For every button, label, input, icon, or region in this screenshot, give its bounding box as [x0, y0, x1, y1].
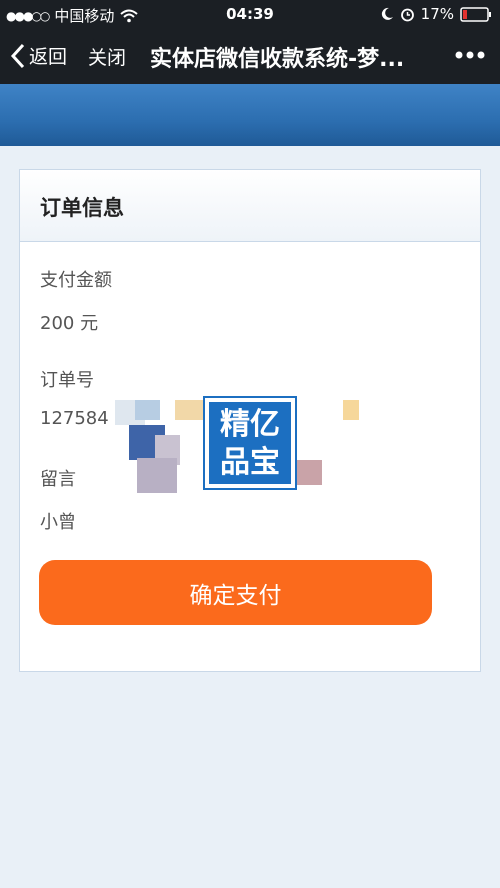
confirm-pay-button[interactable]: 确定支付 [39, 560, 432, 625]
moon-icon [381, 7, 393, 20]
back-button[interactable]: 返回 [10, 42, 67, 69]
watermark-line-2: 品宝 [220, 445, 280, 480]
order-number-value: 127584 [40, 408, 109, 429]
more-options-icon[interactable] [454, 47, 486, 63]
battery-icon [460, 6, 491, 22]
status-right: 17% [380, 5, 492, 23]
status-bar: ●●●○○ 中国移动 04:39 17% [0, 0, 500, 30]
battery-percent: 17% [420, 5, 454, 23]
card-title: 订单信息 [40, 196, 124, 220]
card-header: 订单信息 [20, 170, 480, 242]
back-label: 返回 [29, 46, 68, 68]
message-label: 留言 [40, 469, 76, 490]
message-value: 小曾 [40, 512, 76, 533]
close-button[interactable]: 关闭 [88, 43, 126, 70]
order-number-label: 订单号 [40, 370, 94, 391]
chevron-left-icon [10, 43, 25, 68]
header-band [0, 84, 500, 146]
watermark-line-1: 精亿 [220, 407, 280, 442]
page-title: 实体店微信收款系统-梦... [150, 47, 405, 72]
amount-label: 支付金额 [40, 270, 112, 291]
nav-bar: 返回 关闭 实体店微信收款系统-梦... [0, 30, 500, 84]
amount-value: 200 元 [40, 313, 99, 334]
alarm-icon [400, 8, 414, 21]
watermark-logo: 精亿 品宝 [203, 396, 297, 490]
